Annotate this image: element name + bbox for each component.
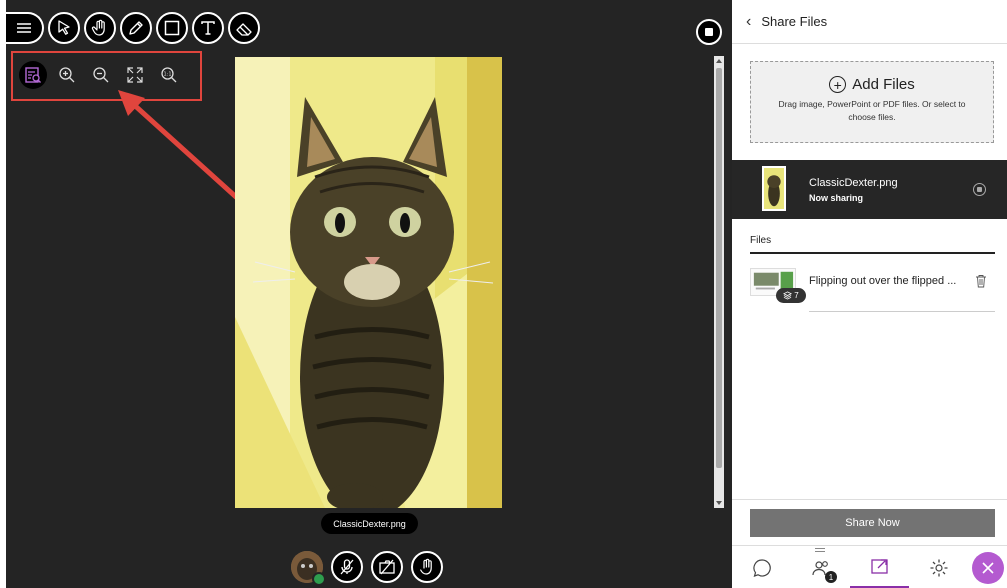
pan-hand-icon[interactable] [84,12,116,44]
raise-hand-icon[interactable] [411,551,443,583]
trash-icon[interactable] [974,274,988,288]
avatar[interactable] [291,551,326,586]
pencil-icon[interactable] [120,12,152,44]
camera-off-icon[interactable] [371,551,403,583]
sharing-status: Now sharing [809,193,864,203]
av-controls [291,551,443,586]
plus-circle-icon: + [829,76,847,93]
list-item[interactable]: 7 Flipping out over the flipped ... [750,266,995,312]
shared-image [235,57,502,508]
now-sharing-item[interactable]: ClassicDexter.png Now sharing [732,160,1007,219]
share-files-panel: ‹ Share Files + Add Files Drag image, Po… [732,0,1007,588]
file-name: Flipping out over the flipped ... [809,275,957,287]
fit-screen-icon[interactable] [121,61,149,89]
actual-size-icon[interactable]: 1:1 [155,61,183,89]
shared-file-label: ClassicDexter.png [321,513,418,534]
settings-icon[interactable] [909,546,968,588]
files-heading: Files [750,235,995,254]
panel-header: ‹ Share Files [732,0,1007,44]
drag-handle-icon[interactable] [815,548,825,552]
participants-icon[interactable]: 1 [791,546,850,588]
scroll-thumb[interactable] [716,68,722,468]
select-pointer-icon[interactable] [48,12,80,44]
stage-scrollbar[interactable] [714,56,724,508]
close-panel-button[interactable] [968,546,1007,588]
status-ok-icon [312,572,326,586]
share-now-button[interactable]: Share Now [750,509,995,537]
panel-nav: 1 [732,545,1007,588]
stop-sharing-icon[interactable] [696,19,722,45]
panel-title: Share Files [761,14,828,29]
share-content-icon[interactable] [850,546,909,588]
zoom-out-icon[interactable] [87,61,115,89]
add-files-label: Add Files [852,76,915,93]
chevron-left-icon[interactable]: ‹ [746,13,751,31]
left-edge [0,0,6,588]
scroll-up-arrow-icon[interactable] [716,59,722,63]
slide-count: 7 [794,291,799,300]
eraser-icon[interactable] [228,12,260,44]
chat-icon[interactable] [732,546,791,588]
zoom-in-icon[interactable] [53,61,81,89]
share-bar: Share Now [732,499,1007,545]
participants-badge: 1 [825,571,837,583]
stop-share-icon[interactable] [973,183,986,196]
slide-count-badge: 7 [776,288,806,303]
dropzone-hint: Drag image, PowerPoint or PDF files. Or … [778,99,966,122]
layers-icon [783,291,793,300]
text-icon[interactable] [192,12,224,44]
svg-text:1:1: 1:1 [163,72,171,78]
hamburger-menu-icon[interactable] [6,12,44,44]
close-icon [971,551,1004,584]
rectangle-icon[interactable] [156,12,188,44]
sharing-thumbnail [762,166,786,211]
fit-page-icon[interactable] [19,61,47,89]
content-stage: 1:1 ClassicDexter.png [0,0,732,588]
zoom-controls-highlight: 1:1 [11,51,202,101]
zoom-controls: 1:1 [19,61,183,89]
microphone-muted-icon[interactable] [331,551,363,583]
sharing-file-name: ClassicDexter.png [809,177,898,189]
divider [809,311,995,312]
annotation-toolbar [6,12,260,44]
add-files-button[interactable]: + Add Files [751,76,993,93]
scroll-down-arrow-icon[interactable] [716,501,722,505]
file-dropzone[interactable]: + Add Files Drag image, PowerPoint or PD… [750,61,994,143]
